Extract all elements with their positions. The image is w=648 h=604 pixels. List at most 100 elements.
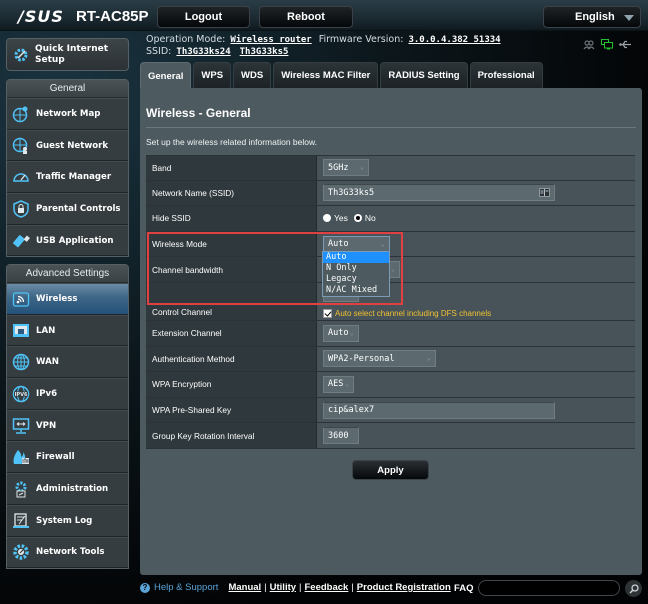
wireless-tabs: General WPS WDS Wireless MAC Filter RADI…: [140, 62, 543, 89]
sidebar-item-wireless[interactable]: Wireless: [7, 283, 128, 315]
quick-setup-label: Quick Internet Setup: [35, 43, 109, 65]
utility-link[interactable]: Utility: [270, 582, 296, 593]
wireless-mode-value: Auto: [328, 239, 349, 250]
router-model: RT-AC85P: [76, 8, 149, 25]
faq-search-button[interactable]: [625, 580, 642, 597]
sidebar-item-usb-application[interactable]: USB Application: [7, 224, 128, 257]
wpa-psk-input[interactable]: cip&alex7: [323, 401, 555, 419]
svg-text:IPV6: IPV6: [15, 392, 28, 398]
extension-channel-select[interactable]: Auto ⌄: [323, 324, 359, 342]
firmware-link[interactable]: 3.0.0.4.382_51334: [408, 35, 500, 45]
tab-professional[interactable]: Professional: [469, 62, 543, 88]
sidebar-item-network-tools[interactable]: Network Tools: [7, 536, 128, 569]
ssid-24-link[interactable]: Th3G33ks24: [176, 47, 230, 57]
wpa-psk-value: cip&alex7: [328, 405, 375, 416]
wireless-mode-label: Wireless Mode: [146, 231, 317, 257]
tab-wireless-mac-filter[interactable]: Wireless MAC Filter: [273, 62, 379, 88]
chevron-down-icon: ⌄: [380, 239, 385, 248]
tab-radius-setting[interactable]: RADIUS Setting: [380, 62, 468, 88]
sidebar-label: WAN: [36, 357, 59, 368]
status-icons: [583, 39, 632, 50]
language-select[interactable]: English: [543, 6, 641, 28]
hide-ssid-no-radio[interactable]: [353, 214, 362, 223]
traffic-manager-icon: [13, 173, 29, 182]
dropdown-option-legacy[interactable]: Legacy: [323, 274, 389, 285]
extension-channel-label: Extension Channel: [146, 320, 317, 346]
title-divider: [146, 127, 636, 128]
wpa-psk-label: WPA Pre-Shared Key: [146, 397, 317, 423]
dfs-checkbox[interactable]: [323, 308, 332, 318]
dfs-label: Auto select channel including DFS channe…: [335, 308, 492, 318]
wpa-encryption-select[interactable]: AES ⌄: [323, 375, 354, 393]
hide-ssid-yes-radio[interactable]: [323, 214, 331, 223]
auth-method-select[interactable]: WPA2-Personal ⌄: [323, 350, 436, 368]
sidebar-item-firewall[interactable]: Firewall: [7, 441, 128, 474]
wan-icon: [12, 353, 30, 371]
band-select[interactable]: 5GHz ⌄: [323, 159, 369, 177]
chevron-down-icon: ⌄: [349, 328, 354, 337]
wireless-mode-dropdown: Auto N Only Legacy N/AC Mixed: [322, 251, 390, 297]
row-hide-ssid: Hide SSID Yes No: [146, 206, 635, 232]
group-key-interval-label: Group Key Rotation Interval: [146, 423, 317, 448]
sidebar-item-vpn[interactable]: VPN: [7, 409, 128, 442]
product-registration-link[interactable]: Product Registration: [357, 582, 451, 593]
usb-icon[interactable]: [619, 40, 632, 49]
sidebar-label: System Log: [36, 515, 93, 526]
sidebar-item-administration[interactable]: Administration: [7, 473, 128, 505]
chevron-down-icon: ⌄: [344, 379, 349, 388]
ssid-value: Th3G33ks5: [328, 187, 375, 198]
ssid-label: Network Name (SSID): [146, 180, 317, 206]
operation-mode-link[interactable]: Wireless router: [230, 35, 311, 45]
page-description: Set up the wireless related information …: [146, 137, 318, 147]
faq-search-input[interactable]: [478, 580, 620, 596]
tab-wps[interactable]: WPS: [193, 62, 232, 88]
ssid-input[interactable]: Th3G33ks5: [323, 184, 555, 202]
sidebar-item-ipv6[interactable]: IPV6 IPv6: [7, 378, 128, 410]
ssid-label: SSID:: [146, 46, 172, 57]
sidebar-label: IPv6: [36, 388, 58, 399]
reboot-button[interactable]: Reboot: [259, 6, 353, 28]
apply-button[interactable]: Apply: [352, 460, 429, 480]
row-ssid: Network Name (SSID) Th3G33ks5: [146, 180, 635, 207]
tab-wds[interactable]: WDS: [233, 62, 272, 88]
advanced-settings-header: Advanced Settings: [7, 265, 128, 283]
sidebar-label: Traffic Manager: [36, 172, 112, 183]
ssid-5-link[interactable]: Th3G33ks5: [240, 47, 289, 57]
feedback-link[interactable]: Feedback: [305, 582, 349, 593]
dropdown-option-auto[interactable]: Auto: [323, 252, 389, 263]
tab-general[interactable]: General: [140, 62, 192, 89]
sidebar-item-parental-controls[interactable]: Parental Controls: [7, 193, 128, 225]
dropdown-option-n-ac-mixed[interactable]: N/AC Mixed: [323, 285, 389, 296]
sidebar-item-lan[interactable]: LAN: [7, 314, 128, 347]
ssid-info: SSID: Th3G33ks24 Th3G33ks5: [146, 46, 292, 57]
sidebar-label: Network Map: [36, 108, 101, 119]
auth-method-value: WPA2-Personal: [328, 353, 395, 364]
vpn-icon: [12, 417, 30, 434]
group-key-interval-input[interactable]: 3600: [323, 427, 359, 445]
sidebar-item-wan[interactable]: WAN: [7, 346, 128, 379]
sidebar-label: Wireless: [36, 293, 78, 304]
band-label: Band: [146, 156, 317, 180]
wpa-encryption-label: WPA Encryption: [146, 372, 317, 397]
logout-button[interactable]: Logout: [157, 6, 250, 28]
row-extension-channel: Extension Channel Auto ⌄: [146, 320, 635, 347]
keyboard-icon[interactable]: [539, 188, 550, 198]
help-support-label: Help & Support: [154, 582, 219, 593]
sidebar-item-guest-network[interactable]: Guest Network: [7, 129, 128, 162]
sidebar-item-traffic-manager[interactable]: Traffic Manager: [7, 161, 128, 194]
wpa-encryption-value: AES: [328, 379, 344, 390]
sidebar-item-system-log[interactable]: System Log: [7, 504, 128, 537]
sidebar-label: Network Tools: [36, 547, 105, 558]
sidebar-label: Administration: [36, 483, 109, 494]
separator: |: [264, 582, 267, 593]
quick-internet-setup-button[interactable]: Quick Internet Setup: [6, 38, 129, 71]
dropdown-option-n-only[interactable]: N Only: [323, 263, 389, 274]
sidebar-label: VPN: [36, 420, 57, 431]
main-panel: Wireless - General Set up the wireless r…: [140, 88, 642, 575]
manual-link[interactable]: Manual: [228, 582, 261, 593]
network-connected-icon[interactable]: [601, 39, 613, 50]
clients-icon[interactable]: [583, 39, 595, 50]
help-icon: ?: [140, 582, 150, 593]
row-wpa-encryption: WPA Encryption AES ⌄: [146, 372, 635, 398]
sidebar-item-network-map[interactable]: Network Map: [7, 98, 128, 130]
